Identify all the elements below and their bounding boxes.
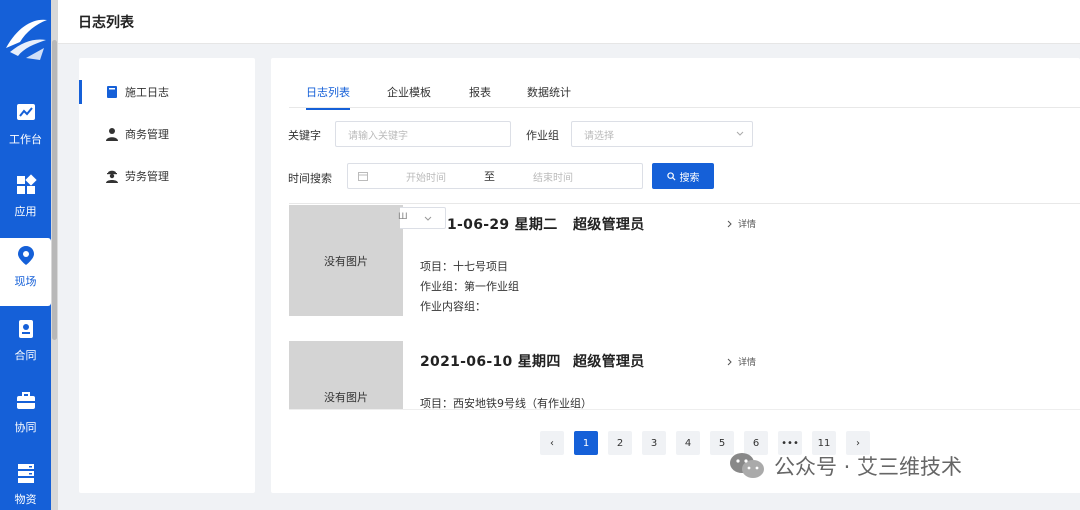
keyword-input[interactable]: 请输入关键字 [335, 121, 511, 147]
group-label: 作业组 [526, 129, 559, 142]
search-icon [666, 171, 676, 181]
calendar-icon [358, 172, 368, 181]
tab-statistics[interactable]: 数据统计 [527, 84, 571, 108]
chevron-down-icon [424, 216, 432, 221]
sidebar-item-label: 商务管理 [125, 128, 169, 141]
nav-label: 合同 [14, 349, 37, 362]
nav-item-site[interactable]: 现场 [0, 238, 51, 306]
log-group: 作业组：第一作业组 [420, 280, 519, 293]
no-image-text: 没有图片 [324, 391, 368, 404]
tab-bar: 日志列表 企业模板 报表 数据统计 [289, 78, 1080, 110]
log-project: 项目：十七号项目 [420, 260, 508, 273]
log-user: 超级管理员 [573, 354, 645, 370]
nav-scrollbar[interactable] [51, 0, 58, 510]
date-range-input[interactable]: 开始时间 至 结束时间 [347, 163, 643, 189]
chevron-right-icon [727, 358, 732, 365]
start-time-placeholder: 开始时间 [406, 172, 446, 184]
sidebar-item-labor[interactable]: 劳务管理 [79, 160, 255, 192]
logo-icon [6, 19, 47, 60]
divider [289, 203, 1080, 204]
prev-page-glyph: ‹ [550, 437, 554, 449]
page-number: 6 [752, 437, 760, 449]
log-image-placeholder[interactable]: 没有图片 [289, 205, 403, 316]
chevron-right-icon [727, 220, 732, 227]
page-number: 5 [718, 437, 726, 449]
page-header: 日志列表 [58, 0, 1080, 44]
nav-item-collab[interactable]: 协同 [0, 384, 51, 452]
keyword-placeholder: 请输入关键字 [348, 130, 408, 142]
detail-link-label: 详情 [738, 358, 757, 368]
keyword-label: 关键字 [288, 129, 321, 142]
briefcase-icon [16, 392, 35, 409]
watermark-text: 公众号 · 艾三维技术 [774, 455, 963, 479]
nav-label: 应用 [14, 205, 37, 218]
page-title: 日志列表 [78, 15, 134, 31]
group-select[interactable]: 请选择 [571, 121, 753, 147]
apps-icon [16, 174, 37, 194]
next-page-glyph: › [856, 437, 860, 449]
log-entry-dropdown[interactable]: Ш [398, 207, 446, 229]
chevron-down-icon [736, 131, 744, 136]
end-time-placeholder: 结束时间 [533, 172, 573, 184]
user-icon [106, 128, 118, 141]
log-date: 1-06-29 星期二 [447, 217, 558, 233]
page-button[interactable]: 3 [642, 431, 666, 455]
prev-page-button[interactable]: ‹ [540, 431, 564, 455]
page-button[interactable]: 1 [574, 431, 598, 455]
nav-item-workbench[interactable]: 工作台 [0, 96, 51, 164]
page-number: 11 [817, 437, 831, 449]
nav-label: 工作台 [9, 133, 42, 146]
sub-sidebar: 施工日志 商务管理 劳务管理 [79, 58, 255, 493]
tab-enterprise-template[interactable]: 企业模板 [387, 84, 431, 108]
sidebar-item-label: 劳务管理 [125, 170, 169, 183]
page-number: 2 [616, 437, 624, 449]
page-number: 1 [582, 437, 590, 449]
page-button[interactable]: 2 [608, 431, 632, 455]
search-button[interactable]: 搜索 [652, 163, 714, 189]
tab-log-list[interactable]: 日志列表 [306, 84, 350, 110]
detail-link[interactable]: 详情 [727, 217, 756, 230]
log-content-group: 作业内容组： [420, 300, 486, 313]
wechat-icon [730, 453, 764, 478]
page-button[interactable]: 4 [676, 431, 700, 455]
nav-item-apps[interactable]: 应用 [0, 168, 51, 236]
page-number: 3 [650, 437, 658, 449]
book-icon [107, 86, 117, 98]
nav-item-materials[interactable]: 物资 [0, 456, 51, 510]
time-label: 时间搜索 [288, 172, 332, 185]
nav-label: 现场 [14, 275, 37, 288]
watermark: 公众号 · 艾三维技术 [728, 448, 962, 484]
contract-icon [18, 320, 33, 338]
sidebar-item-label: 施工日志 [125, 86, 169, 99]
detail-link[interactable]: 详情 [727, 355, 756, 368]
sidebar-item-construction-log[interactable]: 施工日志 [79, 76, 255, 108]
location-pin-icon [17, 246, 34, 265]
dropdown-fragment: Ш [398, 212, 408, 222]
page-number: 4 [684, 437, 692, 449]
worker-icon [106, 170, 118, 183]
storage-icon [17, 464, 34, 483]
page-number: ••• [781, 437, 799, 449]
chart-icon [16, 104, 35, 120]
nav-label: 物资 [14, 493, 37, 506]
no-image-text: 没有图片 [324, 254, 368, 268]
detail-link-label: 详情 [738, 220, 757, 230]
log-image-placeholder[interactable]: 没有图片 [289, 341, 403, 409]
sidebar-item-business[interactable]: 商务管理 [79, 118, 255, 150]
tab-report[interactable]: 报表 [469, 84, 491, 108]
left-nav: 工作台 应用 现场 合同 协同 物资 [0, 0, 51, 510]
nav-item-contract[interactable]: 合同 [0, 312, 51, 380]
group-placeholder: 请选择 [584, 130, 614, 142]
search-button-label: 搜索 [679, 172, 700, 184]
nav-label: 协同 [14, 421, 37, 434]
range-separator: 至 [484, 170, 495, 183]
scrollbar-thumb[interactable] [52, 40, 57, 340]
log-date: 2021-06-10 星期四 [420, 354, 561, 370]
log-user: 超级管理员 [573, 217, 645, 233]
